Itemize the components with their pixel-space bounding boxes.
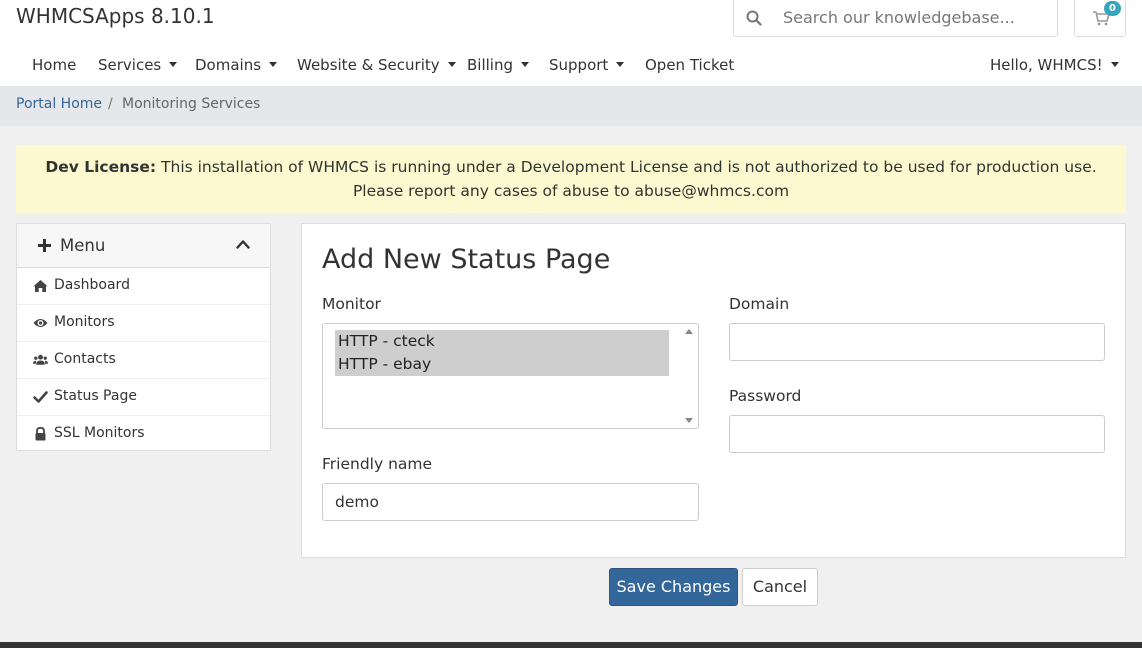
user-greeting: Hello, WHMCS! — [990, 56, 1103, 74]
domain-label: Domain — [729, 295, 790, 313]
nav-open-ticket[interactable]: Open Ticket — [645, 56, 734, 74]
nav-domains[interactable]: Domains — [195, 56, 278, 74]
search-input[interactable]: Search our knowledgebase... — [783, 8, 1015, 27]
scroll-down-arrow-icon[interactable] — [685, 418, 693, 423]
monitor-option[interactable]: HTTP - cteck — [335, 330, 669, 353]
alert-strong: Dev License: — [45, 158, 157, 176]
nav-services-label: Services — [98, 56, 162, 74]
dev-license-alert: Dev License: This installation of WHMCS … — [16, 145, 1126, 213]
sidebar-item-label: SSL Monitors — [54, 425, 145, 441]
friendly-name-label: Friendly name — [322, 455, 433, 473]
sidebar-item-label: Dashboard — [54, 277, 130, 293]
nav-open-ticket-label: Open Ticket — [645, 56, 735, 74]
nav-domains-label: Domains — [195, 56, 262, 74]
plus-icon — [38, 239, 51, 252]
footer — [0, 642, 1142, 648]
sidebar-item-ssl-monitors[interactable]: SSL Monitors — [17, 416, 270, 453]
sidebar-item-dashboard[interactable]: Dashboard — [17, 268, 270, 305]
user-menu[interactable]: Hello, WHMCS! — [990, 56, 1119, 74]
nav-website-security[interactable]: Website & Security — [297, 56, 456, 74]
sidebar-item-label: Monitors — [54, 314, 115, 330]
scroll-up-arrow-icon[interactable] — [685, 329, 693, 334]
cart-count-badge: 0 — [1104, 1, 1121, 16]
breadcrumb-current: Monitoring Services — [122, 96, 261, 112]
breadcrumb-separator: / — [108, 96, 113, 112]
domain-input[interactable] — [729, 323, 1105, 361]
check-icon — [33, 391, 48, 403]
save-changes-button[interactable]: Save Changes — [609, 568, 738, 606]
sidebar-menu: Menu Dashboard Monitors Contacts Status … — [16, 223, 271, 451]
page-title: Add New Status Page — [322, 244, 611, 275]
password-label: Password — [729, 387, 802, 405]
nav-support[interactable]: Support — [549, 56, 625, 74]
search-icon — [746, 10, 762, 26]
caret-down-icon — [169, 62, 178, 67]
users-icon — [33, 354, 48, 365]
top-header: WHMCSApps 8.10.1 Search our knowledgebas… — [0, 0, 1142, 86]
caret-down-icon — [269, 62, 278, 67]
status-page-form-card: Add New Status Page Monitor HTTP - cteck… — [301, 223, 1126, 558]
sidebar-title: Menu — [60, 236, 106, 255]
sidebar-header[interactable]: Menu — [17, 224, 270, 268]
caret-down-icon — [447, 62, 456, 67]
chevron-up-icon[interactable] — [236, 239, 250, 249]
alert-line-1: Dev License: This installation of WHMCS … — [16, 155, 1126, 179]
sidebar-item-contacts[interactable]: Contacts — [17, 342, 270, 379]
breadcrumb: Portal Home / Monitoring Services — [0, 86, 1142, 126]
nav-website-security-label: Website & Security — [297, 56, 440, 74]
alert-text-1: This installation of WHMCS is running un… — [156, 158, 1097, 176]
nav-billing-label: Billing — [467, 56, 513, 74]
sidebar-item-status-page[interactable]: Status Page — [17, 379, 270, 416]
nav-home-label: Home — [32, 56, 77, 74]
monitor-multiselect[interactable]: HTTP - cteck HTTP - ebay — [322, 323, 699, 429]
brand-logo[interactable]: WHMCSApps 8.10.1 — [16, 4, 215, 28]
caret-down-icon — [1110, 62, 1119, 67]
caret-down-icon — [521, 62, 529, 67]
monitor-option[interactable]: HTTP - ebay — [335, 353, 669, 376]
lock-icon — [35, 427, 46, 441]
breadcrumb-home-link[interactable]: Portal Home — [16, 96, 102, 112]
cancel-button[interactable]: Cancel — [742, 568, 818, 606]
eye-icon — [33, 319, 48, 327]
password-input[interactable] — [729, 415, 1105, 453]
friendly-name-input[interactable]: demo — [322, 483, 699, 521]
main-nav: Home Services Domains Website & Security… — [0, 52, 1142, 80]
nav-support-label: Support — [549, 56, 609, 74]
home-icon — [33, 280, 48, 292]
search-box[interactable]: Search our knowledgebase... — [733, 0, 1058, 37]
nav-home[interactable]: Home — [32, 56, 76, 74]
nav-services[interactable]: Services — [98, 56, 178, 74]
cart-button[interactable]: 0 — [1074, 0, 1126, 37]
caret-down-icon — [616, 62, 625, 67]
alert-line-2: Please report any cases of abuse to abus… — [352, 182, 790, 200]
sidebar-item-monitors[interactable]: Monitors — [17, 305, 270, 342]
nav-billing[interactable]: Billing — [467, 56, 529, 74]
monitor-label: Monitor — [322, 295, 381, 313]
sidebar-item-label: Status Page — [54, 388, 137, 404]
sidebar-item-label: Contacts — [54, 351, 116, 367]
